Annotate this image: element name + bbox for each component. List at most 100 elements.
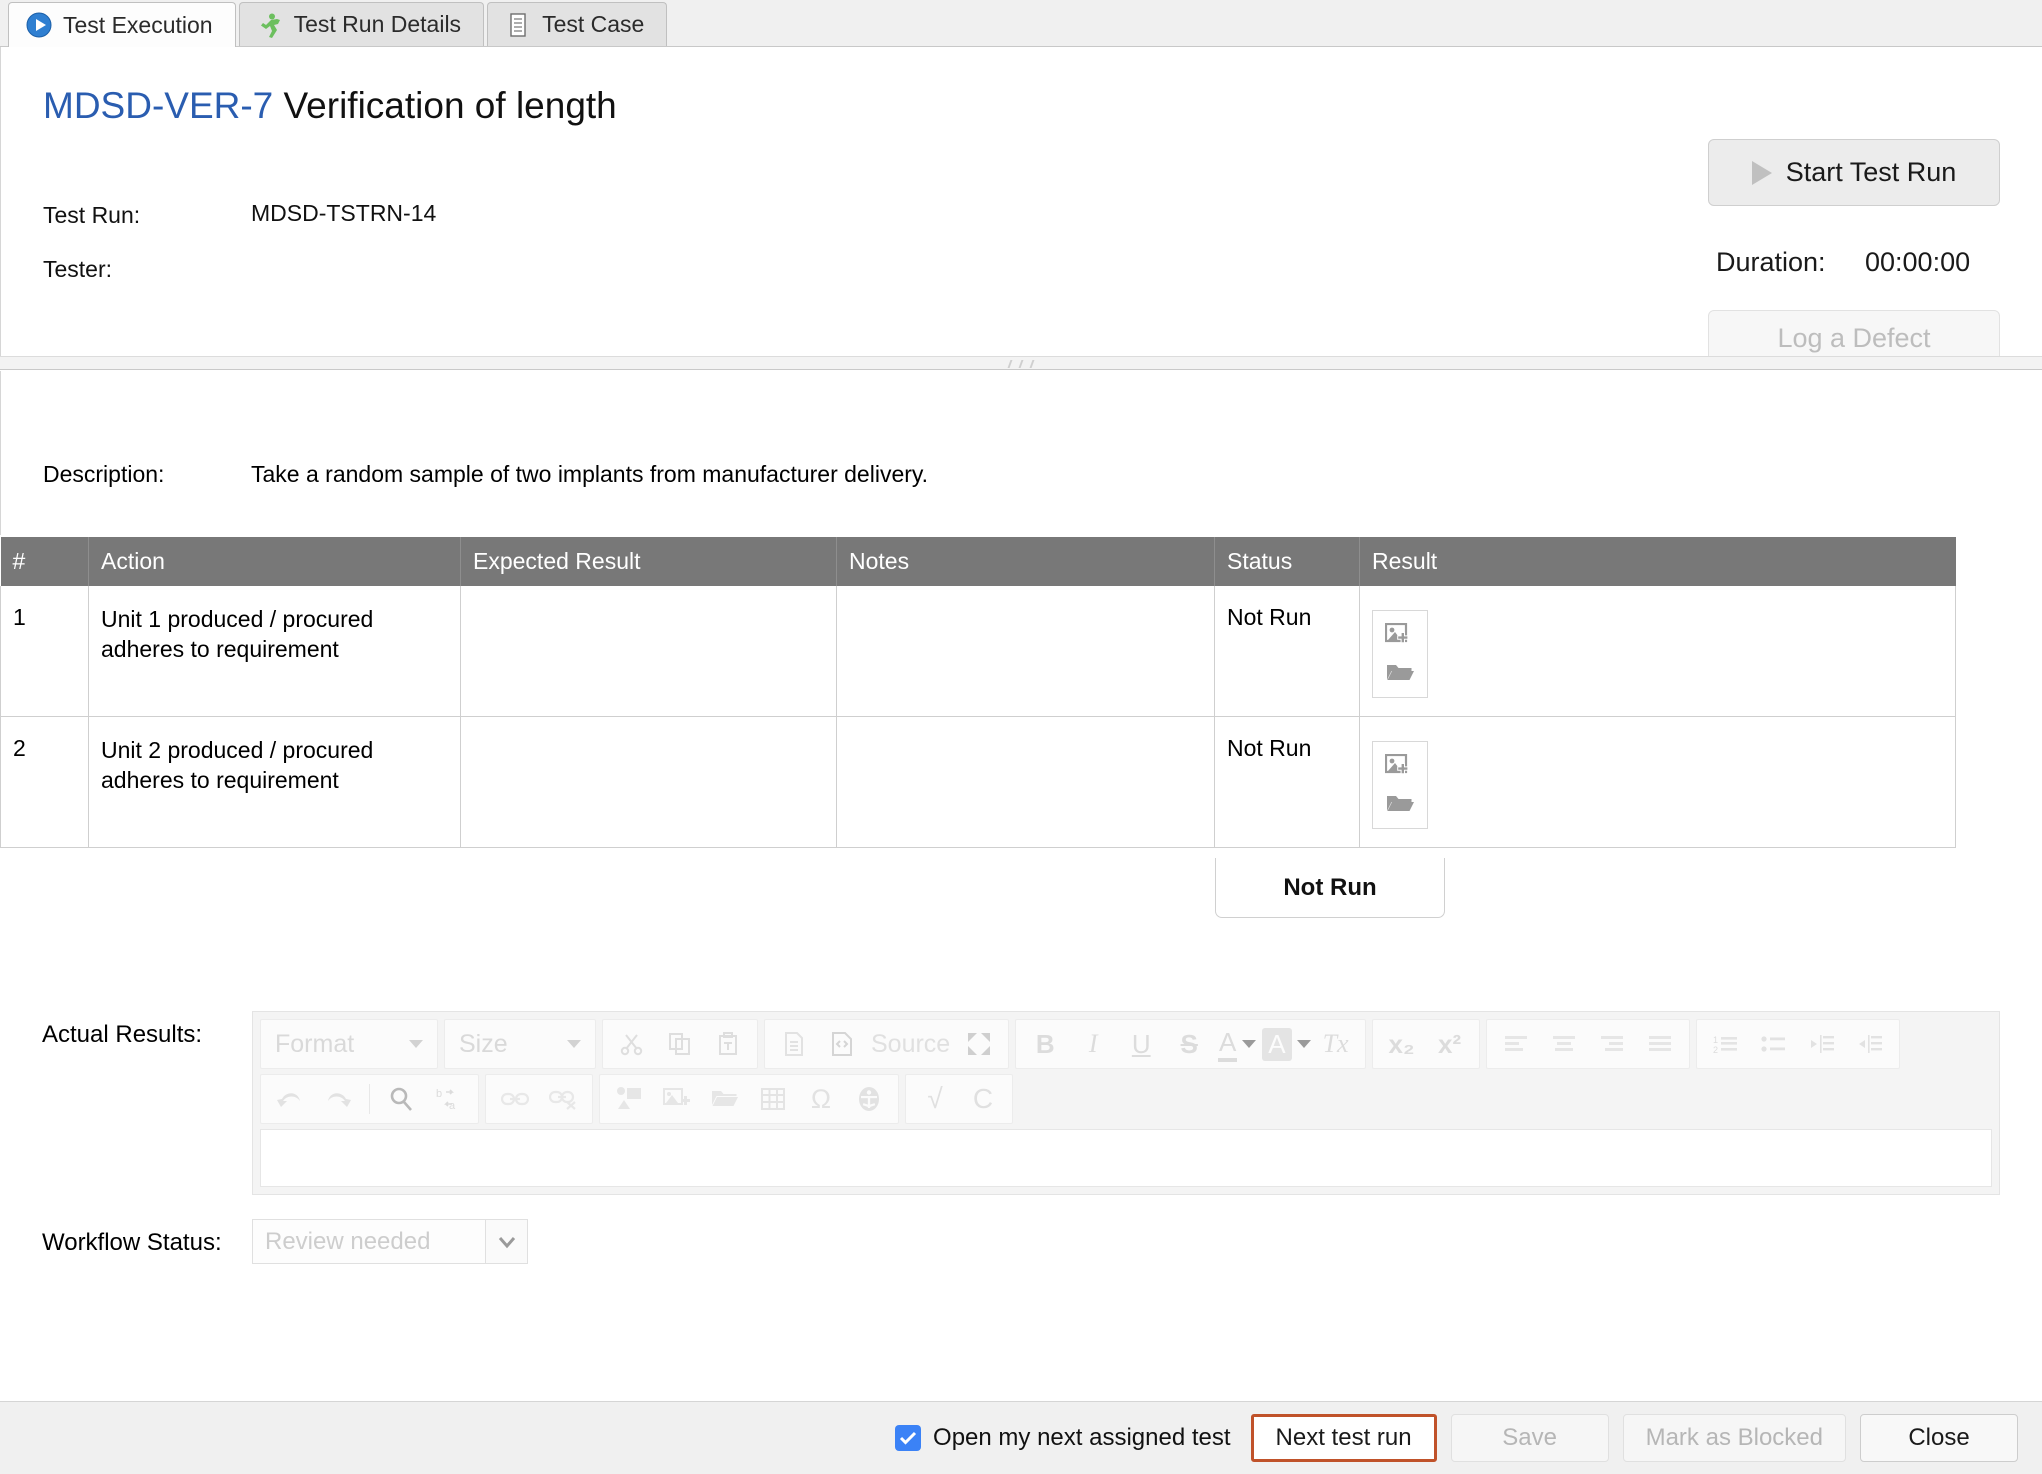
column-header-action: Action	[89, 537, 461, 586]
issue-key-link[interactable]: MDSD-VER-7	[43, 85, 273, 126]
source-code-icon[interactable]	[819, 1023, 865, 1065]
link-icon[interactable]	[492, 1078, 538, 1120]
chevron-down-icon	[485, 1220, 527, 1263]
special-character-icon[interactable]: Ω	[798, 1078, 844, 1120]
text-color-icon[interactable]: A	[1214, 1023, 1260, 1065]
duration-label: Duration:	[1716, 247, 1826, 278]
table-row[interactable]: 2 Unit 2 produced / procured adheres to …	[1, 717, 1956, 848]
align-left-icon[interactable]	[1493, 1023, 1539, 1065]
tab-test-case[interactable]: Test Case	[487, 2, 667, 46]
unlink-icon[interactable]	[540, 1078, 586, 1120]
folder-open-icon[interactable]	[1385, 792, 1415, 816]
redo-icon[interactable]	[315, 1078, 361, 1120]
alignment-group	[1486, 1019, 1690, 1069]
image-add-icon[interactable]	[1385, 623, 1415, 649]
superscript-icon[interactable]: x²	[1427, 1023, 1473, 1065]
save-button[interactable]: Save	[1451, 1414, 1609, 1462]
text-style-group: B I U S A A Tx	[1015, 1019, 1365, 1069]
subscript-icon[interactable]: x₂	[1379, 1023, 1425, 1065]
overall-status-dropdown[interactable]: Not Run	[1215, 858, 1445, 918]
insert-table-icon[interactable]	[750, 1078, 796, 1120]
outdent-icon[interactable]	[1799, 1023, 1845, 1065]
step-notes[interactable]	[837, 717, 1215, 848]
replace-icon[interactable]: ba	[426, 1078, 472, 1120]
maximize-icon[interactable]	[956, 1023, 1002, 1065]
bulleted-list-icon[interactable]	[1751, 1023, 1797, 1065]
next-test-run-button[interactable]: Next test run	[1251, 1414, 1437, 1462]
tab-test-run-details[interactable]: Test Run Details	[239, 2, 484, 46]
step-action[interactable]: Unit 2 produced / procured adheres to re…	[89, 717, 461, 848]
test-run-label: Test Run:	[43, 202, 140, 229]
math-formula-icon[interactable]: √	[912, 1078, 958, 1120]
table-row[interactable]: 1 Unit 1 produced / procured adheres to …	[1, 586, 1956, 717]
step-action[interactable]: Unit 1 produced / procured adheres to re…	[89, 586, 461, 717]
chemistry-formula-icon[interactable]: C	[960, 1078, 1006, 1120]
column-header-status: Status	[1215, 537, 1360, 586]
step-expected-result[interactable]	[461, 717, 837, 848]
column-header-number: #	[1, 537, 89, 586]
step-expected-result[interactable]	[461, 586, 837, 717]
remove-format-icon[interactable]: Tx	[1313, 1023, 1359, 1065]
checkbox-checked-icon	[895, 1425, 921, 1451]
text-color-letter: A	[1218, 1027, 1237, 1062]
tab-test-execution[interactable]: Test Execution	[8, 2, 236, 47]
close-button[interactable]: Close	[1860, 1414, 2018, 1462]
step-status[interactable]: Not Run	[1215, 586, 1360, 717]
panel-splitter[interactable]	[0, 356, 2042, 370]
templates-icon[interactable]	[771, 1023, 817, 1065]
accessibility-icon[interactable]	[846, 1078, 892, 1120]
source-label[interactable]: Source	[867, 1030, 954, 1059]
step-number: 1	[1, 586, 89, 717]
history-find-group: ba	[260, 1074, 479, 1124]
column-header-result: Result	[1360, 537, 1956, 586]
step-action-text: Unit 2 produced / procured adheres to re…	[101, 735, 448, 796]
step-notes[interactable]	[837, 586, 1215, 717]
start-test-run-button[interactable]: Start Test Run	[1708, 139, 2000, 206]
align-center-icon[interactable]	[1541, 1023, 1587, 1065]
bold-icon[interactable]: B	[1022, 1023, 1068, 1065]
paste-text-icon[interactable]	[705, 1023, 751, 1065]
copy-icon[interactable]	[657, 1023, 703, 1065]
mark-as-blocked-button[interactable]: Mark as Blocked	[1623, 1414, 1846, 1462]
page-title: MDSD-VER-7 Verification of length	[43, 85, 617, 127]
size-select-value: Size	[459, 1030, 508, 1059]
test-steps-table-wrapper: # Action Expected Result Notes Status Re…	[0, 537, 2042, 848]
image-add-icon[interactable]	[1385, 754, 1415, 780]
clipboard-group	[602, 1019, 758, 1069]
insert-macro-icon[interactable]	[606, 1078, 652, 1120]
undo-icon[interactable]	[267, 1078, 313, 1120]
list-indent-group: 12	[1696, 1019, 1900, 1069]
cut-icon[interactable]	[609, 1023, 655, 1065]
find-icon[interactable]	[378, 1078, 424, 1120]
table-header-row: # Action Expected Result Notes Status Re…	[1, 537, 1956, 586]
insert-image-icon[interactable]	[654, 1078, 700, 1120]
column-header-expected-result: Expected Result	[461, 537, 837, 586]
strikethrough-icon[interactable]: S	[1166, 1023, 1212, 1065]
align-right-icon[interactable]	[1589, 1023, 1635, 1065]
actual-results-label: Actual Results:	[42, 1021, 202, 1049]
tab-label: Test Execution	[63, 12, 213, 39]
step-status[interactable]: Not Run	[1215, 717, 1360, 848]
open-next-assigned-test-label: Open my next assigned test	[933, 1424, 1231, 1452]
actual-results-input[interactable]	[260, 1129, 1992, 1187]
play-circle-icon	[25, 11, 53, 39]
numbered-list-icon[interactable]: 12	[1703, 1023, 1749, 1065]
format-select[interactable]: Format	[260, 1019, 438, 1069]
attach-file-icon[interactable]	[702, 1078, 748, 1120]
underline-icon[interactable]: U	[1118, 1023, 1164, 1065]
italic-icon[interactable]: I	[1070, 1023, 1116, 1065]
chevron-down-icon	[409, 1040, 423, 1048]
folder-open-icon[interactable]	[1385, 661, 1415, 685]
align-justify-icon[interactable]	[1637, 1023, 1683, 1065]
size-select[interactable]: Size	[444, 1019, 596, 1069]
open-next-assigned-test-checkbox[interactable]: Open my next assigned test	[895, 1424, 1231, 1452]
workflow-status-select[interactable]: Review needed	[252, 1219, 528, 1264]
step-action-text: Unit 1 produced / procured adheres to re…	[101, 604, 448, 665]
editor-toolbar-row-2: ba Ω	[260, 1074, 1992, 1124]
formula-group: √ C	[905, 1074, 1013, 1124]
step-result	[1360, 586, 1956, 717]
indent-icon[interactable]	[1847, 1023, 1893, 1065]
background-color-icon[interactable]: A	[1262, 1023, 1310, 1065]
link-group	[485, 1074, 593, 1124]
footer-bar: Open my next assigned test Next test run…	[0, 1401, 2042, 1474]
